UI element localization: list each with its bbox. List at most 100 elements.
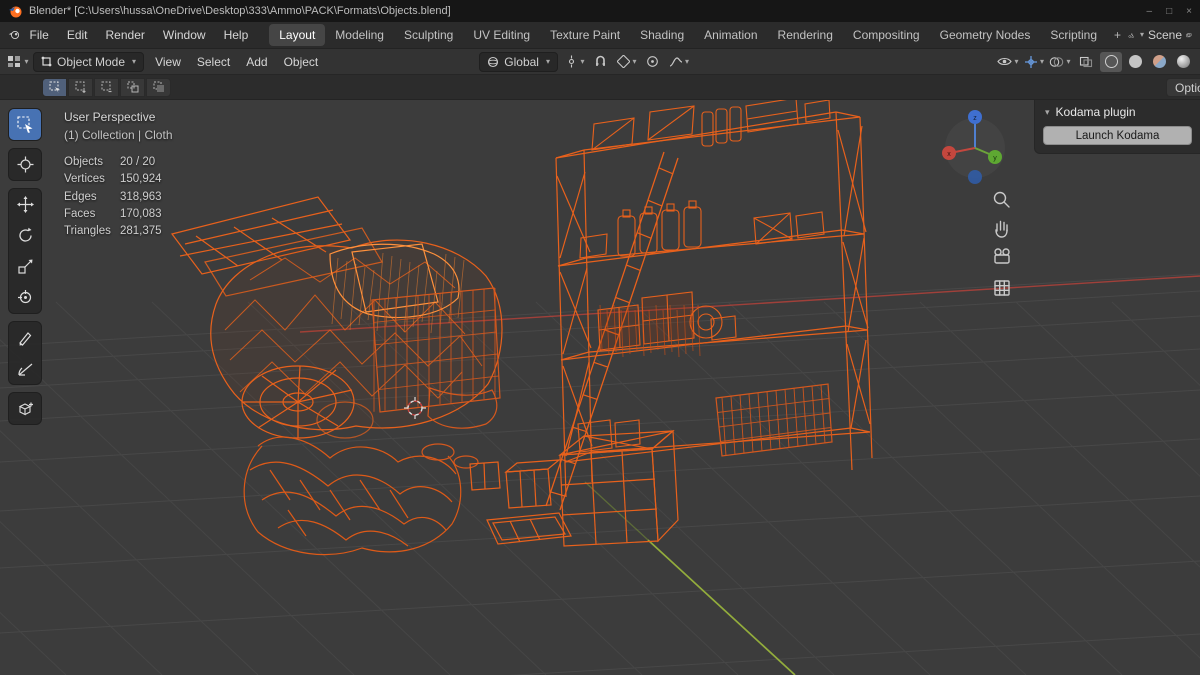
viewport-menu-add[interactable]: Add (238, 51, 275, 73)
pivot-point-button[interactable]: ▾ (563, 52, 587, 72)
visibility-button[interactable]: ▾ (996, 52, 1020, 72)
shading-rendered-button[interactable] (1172, 52, 1194, 72)
workspace-tab-animation[interactable]: Animation (694, 24, 767, 46)
proportional-falloff-button[interactable]: ▾ (667, 52, 691, 72)
nav-gizmo[interactable]: z x y (942, 110, 1005, 184)
select-intersect-icon (153, 81, 164, 92)
stat-label: Edges (64, 190, 97, 203)
cursor-icon (17, 156, 33, 173)
menu-edit[interactable]: Edit (58, 24, 97, 46)
workspace-tab-sculpting[interactable]: Sculpting (394, 24, 463, 46)
xray-button[interactable] (1074, 52, 1098, 72)
gizmo-minus-z-axis[interactable] (968, 170, 982, 184)
view-perspective-label: User Perspective (64, 110, 156, 124)
launch-kodama-button[interactable]: Launch Kodama (1043, 126, 1192, 145)
kodama-panel-header[interactable]: ▾ Kodama plugin (1043, 105, 1192, 119)
select-mode-extend-button[interactable] (68, 77, 93, 97)
menu-file[interactable]: File (20, 24, 57, 46)
svg-text:x: x (947, 151, 951, 158)
move-tool[interactable] (9, 189, 41, 220)
snap-settings-button[interactable]: ▾ (615, 52, 639, 72)
orientation-dropdown[interactable]: Global ▾ (479, 51, 558, 72)
scene-name[interactable]: Scene (1148, 28, 1182, 42)
menu-window[interactable]: Window (154, 24, 215, 46)
3d-viewport[interactable]: z x y User Perspective (1) Collection | … (0, 100, 1200, 675)
workspace-tab-geometry-nodes[interactable]: Geometry Nodes (930, 24, 1041, 46)
toolbar (8, 108, 42, 425)
viewport-menu-view[interactable]: View (147, 51, 189, 73)
shading-wireframe-button[interactable] (1100, 51, 1122, 72)
annotate-tool[interactable] (9, 322, 41, 353)
transform-icon (17, 290, 31, 304)
cursor-tool[interactable] (9, 149, 41, 180)
proportional-editing-button[interactable] (641, 52, 665, 72)
shelf-items-wireframe[interactable] (577, 100, 831, 453)
menu-help[interactable]: Help (215, 24, 258, 46)
workspace-tab-scripting[interactable]: Scripting (1040, 24, 1107, 46)
select-mode-intersect-button[interactable] (146, 77, 171, 97)
falloff-curve-icon (669, 56, 683, 67)
snap-target-icon (617, 55, 631, 68)
mode-dropdown[interactable]: Object Mode ▾ (33, 51, 145, 72)
close-button[interactable]: × (1186, 6, 1192, 17)
rotate-icon (18, 227, 32, 242)
workspace-tab-texture-paint[interactable]: Texture Paint (540, 24, 630, 46)
workspace-tab-layout[interactable]: Layout (269, 24, 326, 46)
select-mode-subtract-button[interactable] (94, 77, 119, 97)
workspace-tab-uv-editing[interactable]: UV Editing (463, 24, 540, 46)
workspace-tab-modeling[interactable]: Modeling (325, 24, 394, 46)
mode-label: Object Mode (57, 54, 126, 69)
workspace-tab-shading[interactable]: Shading (630, 24, 694, 46)
workspace-tab-rendering[interactable]: Rendering (768, 24, 843, 46)
tool-settings-bar: Options ▾ (0, 75, 1200, 100)
select-mode-invert-button[interactable] (120, 77, 145, 97)
pan-hand-button[interactable] (995, 220, 1008, 238)
proportional-icon (647, 56, 659, 67)
editor-type-button[interactable]: ▾ (6, 52, 30, 72)
orientation-icon (488, 56, 499, 67)
snap-toggle-button[interactable] (589, 52, 613, 72)
gizmos-button[interactable]: ▾ (1022, 52, 1046, 72)
blender-menu-logo-icon[interactable] (8, 28, 20, 42)
overlays-button[interactable]: ▾ (1048, 52, 1072, 72)
viewport-menu-object[interactable]: Object (276, 51, 327, 73)
add-cube-icon (18, 402, 33, 416)
view-layer-icon[interactable] (1186, 29, 1192, 42)
zoom-button[interactable] (993, 191, 1010, 208)
select-mode-set-button[interactable] (42, 77, 67, 97)
measure-tool[interactable] (9, 353, 41, 384)
scene-dropdown-caret[interactable]: ▾ (1140, 31, 1144, 39)
maximize-button[interactable]: □ (1166, 6, 1172, 17)
eye-icon (997, 57, 1013, 66)
kodama-plugin-panel: ▾ Kodama plugin Launch Kodama (1034, 100, 1200, 154)
scene-statistics: Objects 20 / 20 Vertices 150,924 Edges 318,… (64, 154, 173, 240)
select-box-tool[interactable] (9, 109, 41, 140)
add-cube-tool[interactable] (9, 393, 41, 424)
vehicle-wireframe[interactable] (170, 196, 503, 556)
title-bar: Blender* [C:\Users\hussa\OneDrive\Deskto… (0, 0, 1200, 22)
stat-value: 20 / 20 (120, 156, 156, 168)
select-box-icon (16, 116, 32, 133)
basket-wireframe[interactable] (715, 383, 833, 457)
camera-view-button[interactable] (994, 248, 1010, 264)
scale-tool[interactable] (9, 251, 41, 282)
shading-material-button[interactable] (1148, 52, 1170, 72)
viewport-menu-select[interactable]: Select (189, 51, 238, 73)
shading-solid-button[interactable] (1124, 52, 1146, 72)
scene-icon[interactable] (1128, 29, 1134, 42)
options-label: Options (1175, 80, 1200, 95)
gizmo-icon (1024, 55, 1037, 68)
transform-tool[interactable] (9, 282, 41, 313)
annotate-icon (18, 332, 31, 346)
rotate-tool[interactable] (9, 220, 41, 251)
select-set-icon (49, 81, 60, 93)
pivot-icon (569, 55, 575, 68)
y-axis-line (647, 539, 796, 675)
minimize-button[interactable]: – (1147, 6, 1153, 17)
workspace-tab-compositing[interactable]: Compositing (843, 24, 930, 46)
object-mode-icon (41, 56, 52, 67)
workspace-add-tab[interactable]: + (1107, 24, 1128, 46)
menu-render[interactable]: Render (97, 24, 154, 46)
workspace-tabs: Layout Modeling Sculpting UV Editing Tex… (269, 24, 1128, 46)
options-dropdown[interactable]: Options ▾ (1166, 78, 1200, 97)
